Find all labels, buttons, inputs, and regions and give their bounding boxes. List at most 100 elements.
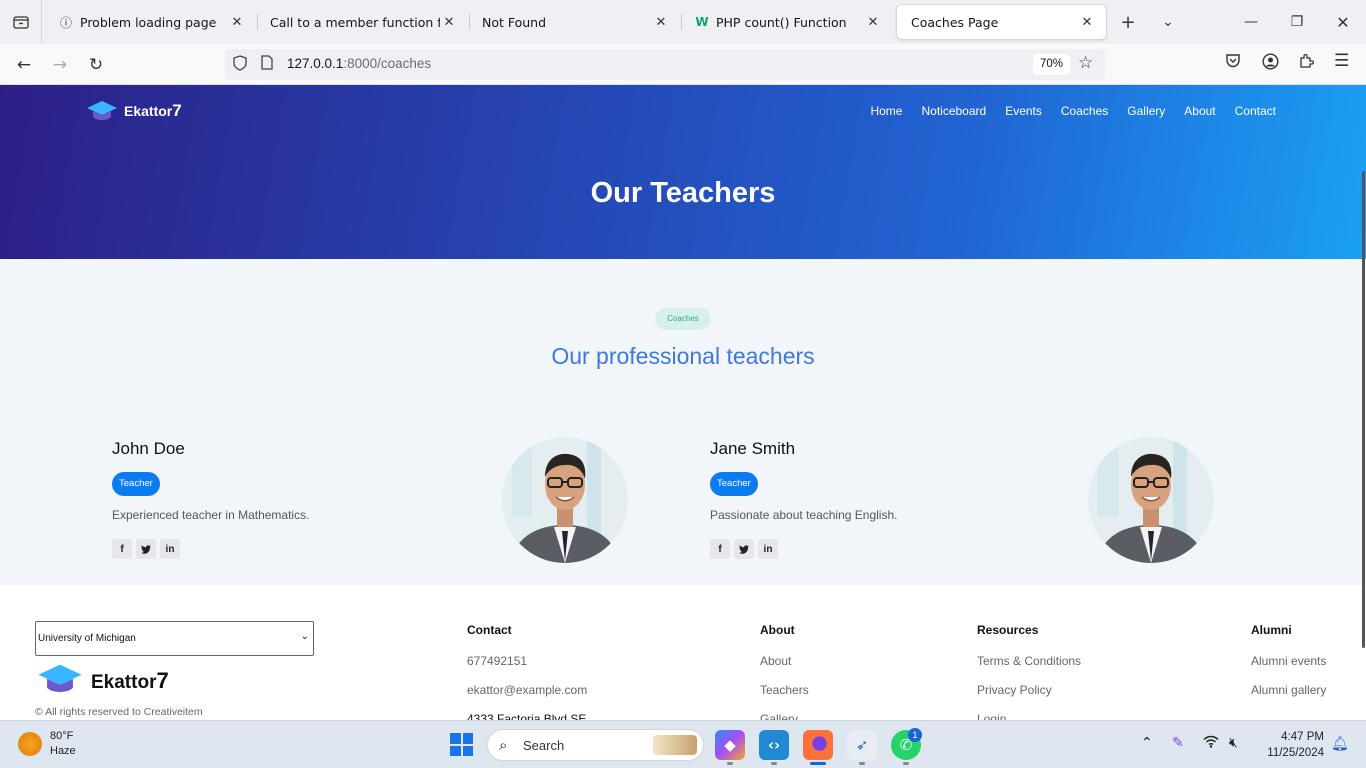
close-tab-icon[interactable]: ✕ [228,15,246,30]
teacher-name: John Doe [112,439,185,458]
footer-link-alumni-events[interactable]: Alumni events [1251,654,1326,683]
close-tab-icon[interactable]: ✕ [440,15,458,30]
taskbar-search[interactable]: ⌕ Search [487,729,704,761]
search-icon: ⌕ [499,736,508,754]
system-clock[interactable]: 4:47 PM 11/25/2024 [1258,729,1324,761]
footer-link-alumni-gallery[interactable]: Alumni gallery [1251,683,1326,712]
university-select[interactable]: University of Michigan ⌄ [35,621,314,656]
restore-button[interactable]: ❐ [1274,0,1320,44]
page-icon[interactable] [261,55,273,74]
dolphin-app-icon[interactable]: ➶ [847,730,877,760]
graduation-cap-icon [37,663,83,699]
site-logo[interactable]: Ekattor7 [86,100,182,122]
chevron-up-icon[interactable]: ⌃ [1141,735,1153,751]
chevron-down-icon: ⌄ [1162,14,1174,30]
wifi-icon[interactable] [1203,735,1219,752]
account-icon[interactable] [1262,53,1279,74]
footer-link-terms[interactable]: Terms & Conditions [977,654,1081,683]
contact-email[interactable]: ekattor@example.com [467,683,587,712]
minimize-icon: — [1244,14,1258,30]
facebook-icon[interactable]: f [112,539,132,559]
windows-logo-icon [450,733,461,744]
linkedin-icon[interactable]: in [758,539,778,559]
notification-badge: 1 [908,728,922,742]
menu-contact[interactable]: Contact [1235,104,1276,118]
w3schools-icon: W [695,15,709,29]
minimize-button[interactable]: — [1228,0,1274,44]
navigation-toolbar: ← → ↻ 127.0.0.1:8000/coaches 70% ☆ ☰ [0,44,1366,85]
notification-bell-icon[interactable]: 🔔︎ [1331,736,1349,752]
teacher-description: Passionate about teaching English. [710,508,898,522]
footer-column-contact: Contact 677492151 ekattor@example.com 43… [467,623,587,720]
social-links: f in [710,539,778,559]
section-title: Our professional teachers [551,343,815,369]
footer-column-alumni: Alumni Alumni events Alumni gallery [1251,623,1326,712]
footer-logo[interactable]: Ekattor7 [37,663,169,699]
twitter-icon[interactable] [734,539,754,559]
reload-icon: ↻ [88,55,104,75]
footer-link-about[interactable]: About [760,654,809,683]
pen-icon[interactable]: ✎ [1172,735,1184,751]
firefox-icon[interactable] [803,730,833,760]
facebook-icon[interactable]: f [710,539,730,559]
clock-date: 11/25/2024 [1267,747,1324,759]
reload-button[interactable]: ↻ [82,51,110,79]
weather-condition: Haze [50,745,76,757]
tab-not-found[interactable]: Not Found ✕ [468,5,680,39]
menu-noticeboard[interactable]: Noticeboard [921,104,986,118]
hero-banner: Ekattor7 Home Noticeboard Events Coaches… [0,85,1366,259]
copilot-icon[interactable]: ◆ [715,730,745,760]
twitter-icon[interactable] [136,539,156,559]
address-bar[interactable]: 127.0.0.1:8000/coaches 70% ☆ [225,49,1105,80]
linkedin-icon[interactable]: in [160,539,180,559]
forward-button[interactable]: → [46,51,74,79]
restore-icon: ❐ [1290,14,1304,30]
url-text[interactable]: 127.0.0.1:8000/coaches [287,56,431,71]
close-tab-icon[interactable]: ✕ [1078,15,1096,30]
tab-call-member-function[interactable]: Call to a member function format ✕ [256,5,468,39]
zoom-level[interactable]: 70% [1033,54,1071,75]
page-scrollbar[interactable] [1362,171,1365,648]
pocket-icon[interactable] [1225,53,1241,72]
chevron-down-icon: ⌄ [300,631,309,642]
tab-php-count[interactable]: W PHP count() Function ✕ [680,5,892,39]
menu-about[interactable]: About [1184,104,1215,118]
info-icon: ⓘ [59,15,72,30]
tab-label: Problem loading page [80,14,217,30]
footer-link-gallery[interactable]: Gallery [760,712,809,720]
teacher-photo [1088,437,1214,563]
close-window-button[interactable]: ✕ [1320,0,1366,44]
back-button[interactable]: ← [10,51,38,79]
menu-home[interactable]: Home [870,104,902,118]
tab-coaches-page[interactable]: Coaches Page ✕ [897,5,1106,39]
footer-link-privacy[interactable]: Privacy Policy [977,683,1081,712]
tab-list-button[interactable] [0,0,42,44]
menu-gallery[interactable]: Gallery [1127,104,1165,118]
start-button[interactable] [450,733,473,756]
contact-address: 4333 Factoria Blvd SE [467,712,587,720]
bookmark-star-icon[interactable]: ☆ [1078,53,1093,73]
site-footer: University of Michigan ⌄ Ekattor7 © All … [0,585,1366,720]
footer-column-title: About [760,623,795,637]
weather-widget[interactable]: 80°F Haze [18,729,76,759]
extensions-icon[interactable] [1298,53,1315,73]
footer-link-login[interactable]: Login [977,712,1081,720]
footer-column-about: About About Teachers Gallery [760,623,809,720]
menu-events[interactable]: Events [1005,104,1042,118]
volume-muted-icon[interactable]: 🔇︎ [1229,735,1238,751]
windows-taskbar: 80°F Haze ⌕ Search ◆ ‹› ➶ ✆ 1 ⌃ ✎ 🔇︎ 4:4… [0,720,1366,768]
footer-link-teachers[interactable]: Teachers [760,683,809,712]
close-tab-icon[interactable]: ✕ [864,15,882,30]
tab-overflow-button[interactable]: ⌄ [1145,0,1191,44]
search-highlight-image [653,735,697,755]
menu-coaches[interactable]: Coaches [1061,104,1108,118]
contact-phone[interactable]: 677492151 [467,654,587,683]
vscode-icon[interactable]: ‹› [759,730,789,760]
shield-icon[interactable] [233,55,247,75]
tab-problem-loading[interactable]: ⓘ Problem loading page ✕ [44,5,256,39]
social-links: f in [112,539,180,559]
clock-time: 4:47 PM [1281,731,1324,743]
close-tab-icon[interactable]: ✕ [652,15,670,30]
main-menu: Home Noticeboard Events Coaches Gallery … [870,104,1276,118]
menu-icon[interactable]: ☰ [1334,51,1349,71]
